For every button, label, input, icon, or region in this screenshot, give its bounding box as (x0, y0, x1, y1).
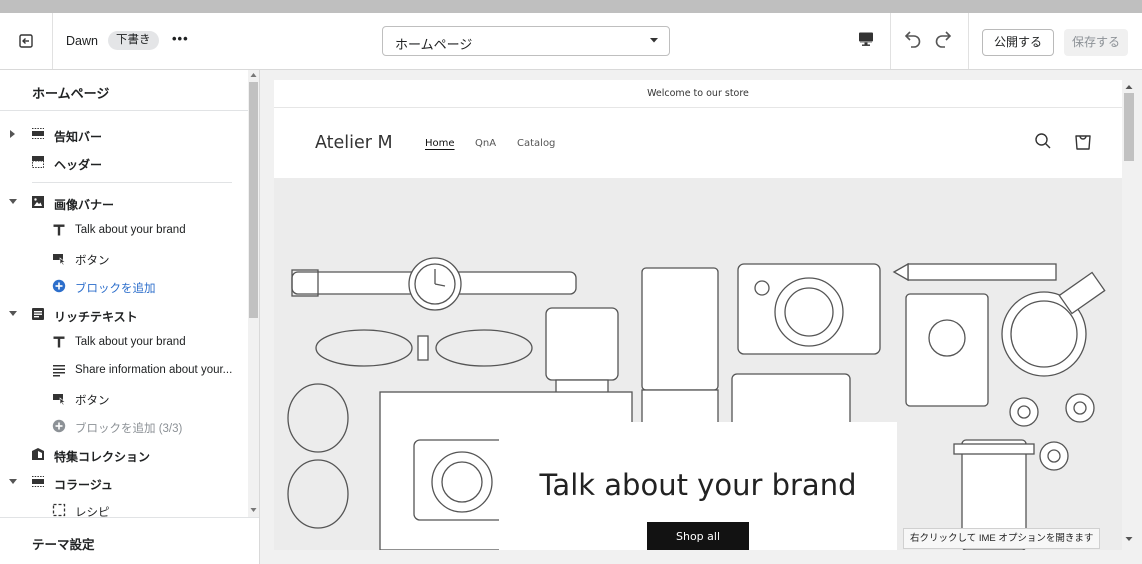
tree-item-label: 画像バナー (54, 198, 115, 212)
exit-icon (19, 34, 33, 48)
tree-item-featured-collection[interactable]: 特集コレクション (0, 441, 248, 469)
image-banner-icon (32, 196, 44, 208)
caret-right-icon[interactable] (8, 129, 16, 139)
paragraph-icon (53, 365, 65, 377)
tree-item-label: 特集コレクション (54, 450, 151, 464)
scroll-down-arrow-icon[interactable] (250, 507, 257, 513)
scroll-up-arrow-icon[interactable] (1125, 84, 1133, 90)
tree-item-label: Talk about your brand (75, 224, 186, 236)
sidebar-title: ホームページ (32, 86, 110, 101)
save-button[interactable]: 保存する (1064, 29, 1128, 56)
nav-qna-link[interactable]: QnA (475, 138, 496, 149)
tree-item-label: 告知バー (54, 130, 103, 144)
tree-item-banner-button[interactable]: ボタン (0, 245, 248, 273)
header-icon (32, 156, 44, 168)
preview-scrollbar-thumb[interactable] (1124, 93, 1134, 161)
caret-down-icon[interactable] (8, 309, 18, 317)
rich-text-icon (32, 308, 44, 320)
caret-down-icon[interactable] (8, 197, 18, 205)
tree-item-label: レシピ (75, 507, 110, 517)
text-block-icon (53, 336, 65, 348)
tree-item-rich-text[interactable]: リッチテキスト (0, 301, 248, 329)
desktop-preview-icon[interactable] (858, 31, 874, 47)
tree-item-label: Share information about your... (75, 364, 233, 376)
tree-item-collage-recipe[interactable]: レシピ (0, 497, 248, 517)
store-preview[interactable]: Welcome to our store Atelier M Home QnA … (274, 80, 1122, 550)
collection-icon (32, 448, 44, 460)
tree-item-label: ヘッダー (54, 158, 103, 172)
button-block-icon (53, 254, 66, 265)
theme-name: Dawn (66, 34, 98, 48)
tree-item-label: ボタン (75, 255, 110, 267)
tree-item-richtext-heading[interactable]: Talk about your brand (0, 329, 248, 357)
tree-item-label: リッチテキスト (54, 310, 138, 324)
tree-item-label: ブロックを追加 (75, 283, 156, 295)
draft-badge: 下書き (108, 31, 159, 50)
add-block-button-banner[interactable]: ブロックを追加 (0, 273, 248, 301)
toolbar-divider (968, 13, 969, 69)
publish-button[interactable]: 公開する (982, 29, 1054, 56)
theme-settings-label: テーマ設定 (32, 538, 95, 552)
sidebar-header: ホームページ (0, 70, 248, 111)
tree-item-banner-text[interactable]: Talk about your brand (0, 217, 248, 245)
tree-item-header[interactable]: ヘッダー (0, 149, 248, 177)
plus-circle-icon (52, 419, 66, 433)
ime-tooltip: 右クリックして IME オプションを開きます (903, 528, 1101, 549)
image-banner[interactable]: Talk about your brand Shop all (274, 178, 1122, 550)
tree-item-label: ボタン (75, 395, 110, 407)
announcement-bar-icon (32, 128, 44, 139)
undo-icon[interactable] (903, 29, 923, 49)
banner-heading: Talk about your brand (539, 468, 857, 502)
tree-item-label: Talk about your brand (75, 336, 186, 348)
redo-icon[interactable] (933, 29, 953, 49)
tree-item-label: ブロックを追加 (3/3) (75, 423, 183, 435)
tree-item-collage[interactable]: コラージュ (0, 469, 248, 497)
sidebar-scrollbar-thumb[interactable] (249, 82, 258, 318)
text-block-icon (53, 224, 65, 236)
plus-circle-icon (52, 279, 66, 293)
store-logo[interactable]: Atelier M (315, 133, 393, 153)
tree-item-image-banner[interactable]: 画像バナー (0, 189, 248, 217)
scroll-down-arrow-icon[interactable] (1125, 536, 1133, 542)
nav-catalog-link[interactable]: Catalog (517, 138, 555, 149)
shop-all-button[interactable]: Shop all (647, 522, 749, 550)
section-tree: 告知バー ヘッダー 画像バナー Talk about your brand ボタ… (0, 111, 248, 517)
toolbar-divider (890, 13, 891, 69)
theme-settings-button[interactable]: テーマ設定 (0, 517, 259, 564)
cart-icon[interactable] (1074, 131, 1092, 151)
tree-item-richtext-paragraph[interactable]: Share information about your... (0, 357, 248, 385)
collage-icon (32, 476, 44, 487)
editor-top-bar: Dawn 下書き ••• ホームページ 公開する 保存する (0, 13, 1142, 70)
exit-button[interactable] (0, 13, 53, 69)
tree-item-label: コラージュ (54, 478, 113, 492)
sections-sidebar: ホームページ 告知バー ヘッダー 画像バナー Talk about your b… (0, 70, 260, 564)
window-top-strip (0, 0, 1142, 13)
banner-content-box: Talk about your brand Shop all (499, 422, 897, 550)
caret-down-icon[interactable] (8, 477, 18, 485)
tree-item-richtext-button[interactable]: ボタン (0, 385, 248, 413)
announcement-bar[interactable]: Welcome to our store (274, 80, 1122, 108)
nav-home-link[interactable]: Home (425, 138, 455, 149)
caret-down-icon (650, 38, 658, 43)
page-selector[interactable]: ホームページ (382, 26, 670, 56)
recipe-icon (52, 503, 66, 517)
scroll-up-arrow-icon[interactable] (250, 72, 257, 78)
tree-item-announcement-bar[interactable]: 告知バー (0, 121, 248, 149)
add-block-button-richtext[interactable]: ブロックを追加 (3/3) (0, 413, 248, 441)
page-selector-value: ホームページ (395, 37, 473, 52)
search-icon[interactable] (1034, 132, 1052, 150)
store-header: Atelier M Home QnA Catalog (274, 108, 1122, 179)
section-divider (32, 182, 232, 183)
more-actions-button[interactable]: ••• (172, 31, 189, 46)
button-block-icon (53, 394, 66, 405)
